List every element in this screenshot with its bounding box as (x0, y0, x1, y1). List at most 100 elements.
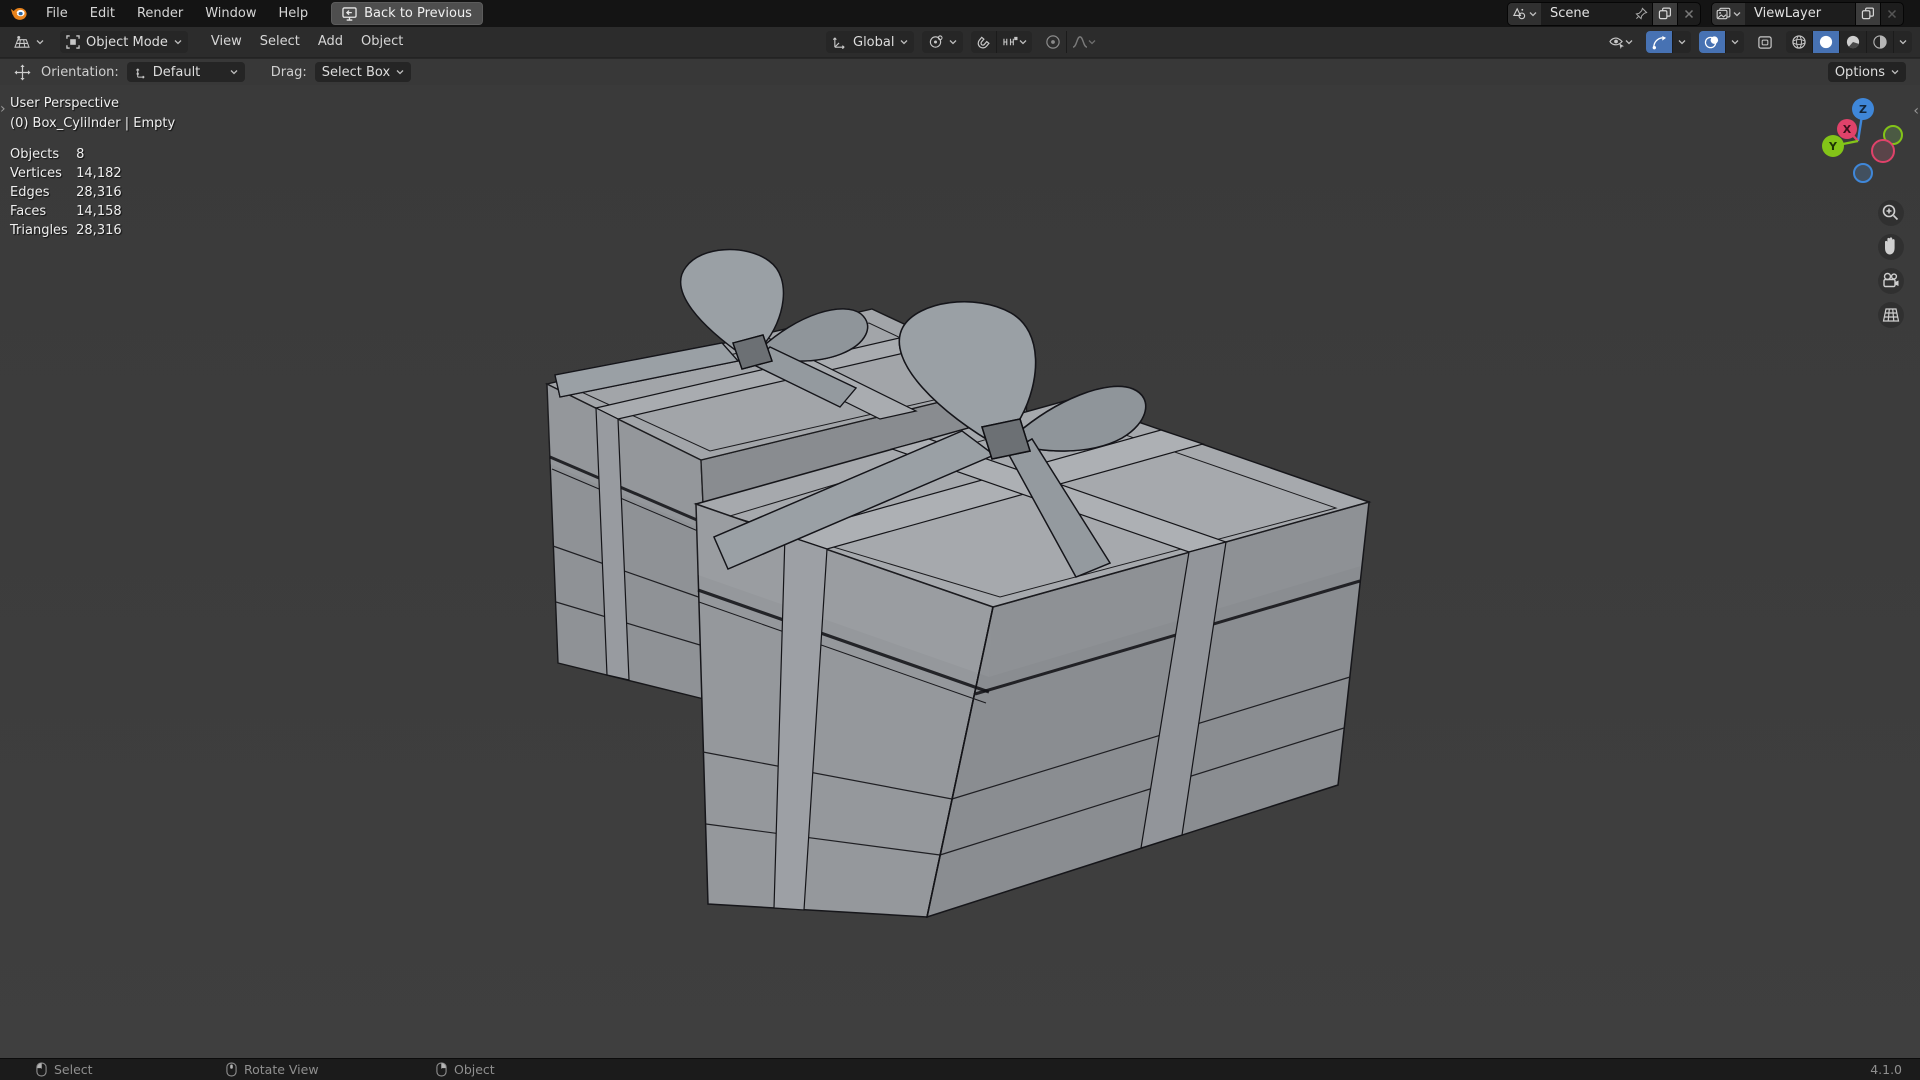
proportional-falloff-dropdown[interactable] (1066, 31, 1101, 53)
close-icon (1684, 9, 1694, 18)
status-bar: Select Rotate View Object 4.1.0 (0, 1058, 1920, 1080)
chevron-down-icon (1678, 40, 1686, 45)
viewport-nav-buttons (1878, 200, 1904, 328)
stat-value: 14,182 (76, 166, 122, 181)
middle-mouse-icon (226, 1062, 237, 1077)
stat-value: 28,316 (76, 223, 122, 238)
camera-view-button[interactable] (1878, 268, 1904, 294)
wireframe-sphere-icon (1792, 35, 1806, 49)
shading-solid-button[interactable] (1812, 31, 1839, 53)
menu-add[interactable]: Add (309, 27, 352, 57)
close-icon (1887, 9, 1897, 18)
snap-toggle[interactable] (971, 31, 996, 53)
gizmo-x-neg-axis[interactable] (1871, 139, 1895, 163)
stat-value: 8 (76, 147, 85, 162)
solid-sphere-icon (1819, 35, 1833, 49)
left-mouse-icon (36, 1062, 47, 1077)
drag-setting-value: Select Box (321, 64, 391, 80)
chevron-down-icon (1899, 40, 1907, 45)
screen-back-icon (342, 6, 357, 21)
menu-render[interactable]: Render (126, 0, 194, 27)
gizmo-dropdown[interactable] (1672, 31, 1691, 53)
menu-select[interactable]: Select (251, 27, 309, 57)
options-dropdown[interactable]: Options (1827, 62, 1906, 82)
overlays-icon (1704, 35, 1719, 48)
stat-label: Objects (10, 147, 60, 162)
pivot-point-dropdown[interactable] (922, 31, 964, 53)
shading-material-button[interactable] (1839, 31, 1866, 53)
menu-edit[interactable]: Edit (79, 0, 126, 27)
toolbar-expand-arrow[interactable]: › (0, 101, 6, 117)
viewport-3d[interactable]: Z X Y User Perspective (0) Box_Cylilnder… (0, 85, 1920, 1059)
zoom-button[interactable] (1878, 200, 1904, 226)
pan-button[interactable] (1878, 234, 1904, 260)
mini-axis-icon (135, 67, 145, 79)
viewlayer-selector: ViewLayer (1711, 1, 1904, 26)
chevron-down-icon (1731, 40, 1739, 45)
chevron-down-icon (1625, 40, 1633, 45)
view-name-text: User Perspective (10, 96, 120, 111)
shading-dropdown[interactable] (1893, 31, 1912, 53)
duplicate-icon (1658, 7, 1671, 20)
drag-setting-label: Drag: (270, 64, 307, 80)
magnet-icon (978, 35, 991, 48)
gizmo-y-label: Y (1828, 140, 1838, 153)
xray-toggle[interactable] (1752, 31, 1778, 53)
proportional-editing-icon (1046, 35, 1061, 49)
menu-help[interactable]: Help (268, 0, 320, 27)
stats-row-vertices: Vertices 14,182 (10, 166, 122, 181)
back-to-previous-label: Back to Previous (364, 6, 472, 21)
chevron-down-icon (1089, 40, 1096, 45)
gizmo-icon (1652, 35, 1667, 49)
back-to-previous-button[interactable]: Back to Previous (331, 2, 483, 25)
stat-value: 28,316 (76, 185, 122, 200)
xray-icon (1758, 35, 1772, 49)
status-select: Select (36, 1059, 93, 1080)
context-text: (0) Box_Cylilnder | Empty (10, 116, 176, 131)
chevron-down-icon (1733, 11, 1741, 16)
viewlayer-browse-button[interactable] (1712, 2, 1745, 25)
tool-settings-bar: Orientation: Default Drag: Select Box Op… (0, 58, 1920, 85)
eye-cursor-icon (1609, 37, 1624, 49)
new-viewlayer-button[interactable] (1855, 2, 1880, 25)
navigation-gizmo[interactable]: Z X Y (1822, 98, 1903, 183)
viewlayer-name[interactable]: ViewLayer (1745, 6, 1855, 21)
move-tool-icon (14, 63, 31, 81)
proportional-editing-toggle[interactable] (1040, 31, 1066, 53)
menu-window[interactable]: Window (194, 0, 267, 27)
shading-wireframe-button[interactable] (1786, 31, 1812, 53)
mode-dropdown[interactable]: Object Mode (60, 31, 188, 53)
status-rotate-view: Rotate View (226, 1059, 319, 1080)
sidebar-expand-arrow[interactable]: ‹ (1913, 103, 1919, 119)
gizmo-z-neg-axis[interactable] (1853, 163, 1873, 183)
material-sphere-icon (1846, 35, 1860, 49)
new-scene-button[interactable] (1652, 2, 1677, 25)
chevron-down-icon (230, 70, 238, 75)
drag-setting-dropdown[interactable]: Select Box (314, 62, 412, 82)
remove-viewlayer-button[interactable] (1880, 2, 1903, 25)
overlays-dropdown[interactable] (1725, 31, 1744, 53)
show-gizmo-toggle[interactable] (1646, 31, 1672, 53)
orientation-setting-dropdown[interactable]: Default (126, 62, 245, 82)
menu-view[interactable]: View (202, 27, 251, 57)
scene-name[interactable]: Scene (1541, 6, 1631, 21)
unlink-scene-button[interactable] (1677, 2, 1700, 25)
rendered-sphere-icon (1873, 35, 1887, 49)
editor-type-button[interactable] (8, 31, 50, 53)
shading-rendered-button[interactable] (1866, 31, 1893, 53)
menu-object[interactable]: Object (352, 27, 412, 57)
status-object-label: Object (454, 1062, 495, 1077)
right-mouse-icon (436, 1062, 447, 1077)
blender-logo-icon[interactable] (0, 6, 35, 21)
chevron-down-icon (1891, 70, 1899, 75)
scene-browse-button[interactable] (1508, 2, 1541, 25)
show-overlays-toggle[interactable] (1699, 31, 1725, 53)
orthographic-toggle-button[interactable] (1878, 302, 1904, 328)
editor-3d-viewport-icon (14, 35, 30, 48)
transform-orientation-dropdown[interactable]: Global (826, 31, 915, 53)
pin-icon[interactable] (1631, 7, 1652, 20)
object-visibility-dropdown[interactable] (1603, 31, 1638, 53)
menu-file[interactable]: File (35, 0, 79, 27)
snap-target-dropdown[interactable] (996, 31, 1032, 53)
chevron-down-icon (36, 40, 44, 45)
